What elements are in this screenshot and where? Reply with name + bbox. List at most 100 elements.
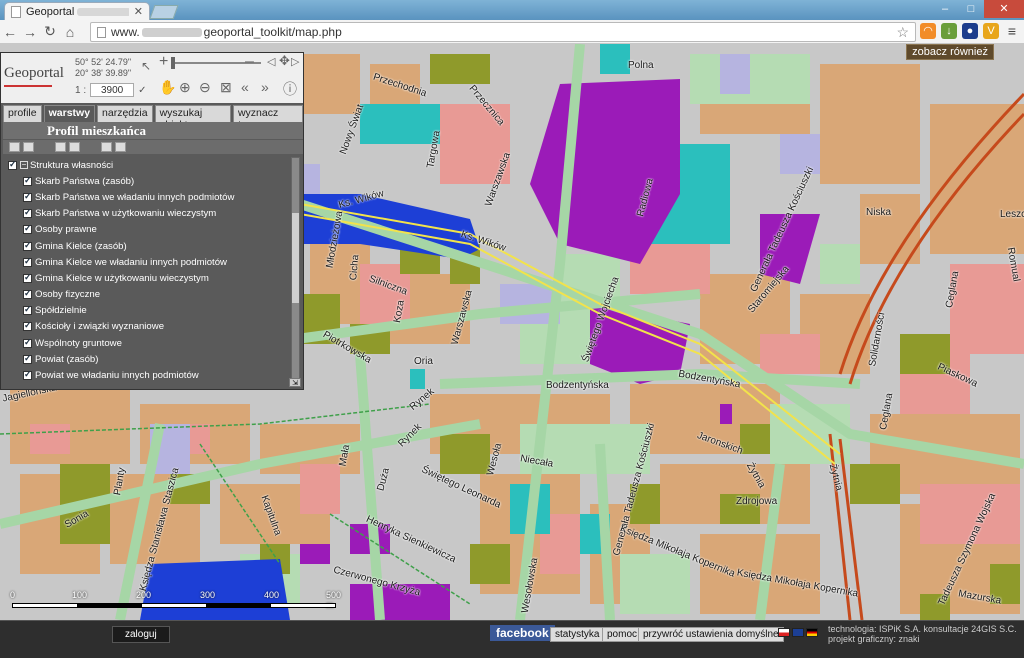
panel-header: Geoportal 50° 52' 24.79" 20° 38' 39.89" … (1, 53, 303, 103)
scale-label: 0 (10, 590, 16, 600)
url-prefix: www. (111, 25, 140, 39)
forward-icon[interactable]: → (20, 24, 40, 40)
layer-checkbox[interactable] (23, 320, 32, 332)
footer-bar: zaloguj facebook statystyka pomoc przywr… (0, 620, 1024, 658)
download-icon[interactable]: ↓ (941, 23, 957, 39)
layer-checkbox[interactable] (23, 272, 32, 283)
layer-row[interactable]: Gmina Kielce (zasób) (3, 238, 291, 254)
layer-tool-icon[interactable] (55, 142, 66, 152)
layer-row[interactable]: Gmina Kielce we władaniu innych podmiotó… (3, 254, 291, 270)
layer-checkbox[interactable] (8, 159, 17, 170)
layer-row[interactable]: Osoby prawne (3, 222, 291, 238)
tab-close-icon[interactable]: ✕ (134, 5, 143, 18)
pan-cross-icon[interactable]: ✥ (279, 53, 290, 69)
extension-icon-orange[interactable]: ◠ (920, 23, 936, 39)
layer-row[interactable]: Powiat we władaniu innych podmiotów (3, 367, 291, 383)
layer-group-row[interactable]: − Struktura własności (3, 157, 291, 173)
facebook-button[interactable]: facebook (490, 625, 555, 641)
street-label: Leszc (1000, 209, 1024, 220)
layer-checkbox[interactable] (23, 223, 32, 235)
layer-tool-icon[interactable] (101, 142, 112, 152)
layer-tool-icon[interactable] (115, 142, 126, 152)
maximize-button[interactable]: □ (958, 0, 984, 18)
street-label: Oria (414, 356, 433, 367)
layer-row[interactable]: Gmina Kielce w użytkowaniu wieczystym (3, 270, 291, 286)
previous-view-icon[interactable]: « (241, 79, 249, 95)
layer-list-scrollbar[interactable] (291, 157, 300, 379)
flag-english-icon[interactable] (792, 628, 804, 637)
layer-row[interactable]: Osoby fizyczne (3, 287, 291, 303)
full-extent-icon[interactable]: ⊠ (220, 79, 232, 96)
layer-checkbox[interactable] (23, 175, 32, 186)
layer-row[interactable]: Skarb Państwa we władaniu innych podmiot… (3, 189, 291, 205)
zoom-out-icon[interactable]: – (245, 53, 254, 71)
layer-label: Powiat (zasób) (35, 353, 99, 365)
layer-row[interactable]: Skarb Państwa w użytkowaniu wieczystym (3, 206, 291, 222)
flag-polish-icon[interactable] (778, 628, 790, 637)
help-link[interactable]: pomoc (602, 627, 643, 642)
back-icon[interactable]: ← (0, 24, 20, 40)
layer-checkbox[interactable] (23, 256, 32, 267)
scrollbar-thumb[interactable] (292, 213, 299, 303)
street-label: Cicha (348, 254, 362, 281)
layer-checkbox[interactable] (23, 207, 32, 219)
layer-checkbox[interactable] (23, 353, 32, 364)
home-icon[interactable]: ⌂ (60, 24, 80, 40)
extension-icon-v[interactable]: V (983, 23, 999, 39)
bookmark-star-icon[interactable]: ☆ (896, 24, 909, 41)
layer-row[interactable]: Wspólnoty gruntowe (3, 335, 291, 351)
hand-pan-icon[interactable]: ✋ (159, 79, 176, 96)
credits-line: projekt graficzny: znaki (828, 634, 920, 644)
browser-tab-geoportal[interactable]: Geoportal ✕ (4, 2, 150, 20)
browser-toolbar: ← → ↻ ⌂ www. geoportal_toolkit/map.php ☆… (0, 20, 1024, 44)
reset-defaults-link[interactable]: przywróć ustawienia domyślne (638, 627, 784, 642)
layer-tool-icon[interactable] (9, 142, 20, 152)
url-path: geoportal_toolkit/map.php (203, 25, 342, 39)
scale-bar-segments (12, 603, 336, 608)
credits-line: technologia: ISPiK S.A. konsultacje 24GI… (828, 624, 1017, 634)
layer-row[interactable]: Kościoły i związki wyznaniowe (3, 319, 291, 335)
scale-input[interactable] (90, 83, 135, 97)
layer-checkbox[interactable] (23, 240, 32, 251)
zoom-in-icon[interactable]: + (159, 53, 168, 71)
reload-icon[interactable]: ↻ (40, 23, 60, 40)
street-label: Zdrojowa (736, 496, 778, 507)
layer-label: Osoby fizyczne (35, 289, 101, 301)
layer-row[interactable]: Skarb Państwa (zasób) (3, 173, 291, 189)
street-label: Bodzentyńska (546, 380, 609, 391)
pan-left-icon[interactable]: ◁ (267, 55, 275, 68)
layer-checkbox[interactable] (23, 304, 32, 316)
collapse-icon[interactable]: − (20, 161, 28, 170)
pointer-icon[interactable]: ↖ (141, 59, 151, 73)
scale-label: 200 (136, 590, 152, 600)
layer-row[interactable]: Spółdzielnie (3, 303, 291, 319)
layer-checkbox[interactable] (23, 369, 32, 381)
layer-checkbox[interactable] (23, 191, 32, 202)
menu-icon[interactable]: ≡ (1004, 23, 1020, 39)
zoom-slider-knob[interactable] (171, 57, 175, 69)
panel-resize-icon[interactable]: ⇲ (289, 378, 301, 387)
close-window-button[interactable]: ✕ (984, 0, 1024, 18)
new-tab-button[interactable] (149, 5, 179, 19)
zoom-box-out-icon[interactable]: ⊖ (199, 79, 211, 96)
info-icon[interactable]: ⓘ (283, 79, 297, 99)
login-button[interactable]: zaloguj (112, 626, 170, 643)
layer-row[interactable]: Powiat (zasób) (3, 351, 291, 367)
apply-scale-icon[interactable]: ✓ (138, 85, 146, 96)
next-view-icon[interactable]: » (261, 79, 269, 95)
statistics-link[interactable]: statystyka (550, 627, 605, 642)
zoom-box-in-icon[interactable]: ⊕ (179, 79, 191, 96)
scale-prefix: 1 : (75, 84, 87, 96)
layer-tool-icon[interactable] (23, 142, 34, 152)
extension-icon-blue[interactable]: ● (962, 23, 978, 39)
see-also-button[interactable]: zobacz również (906, 44, 994, 60)
layer-label: Spółdzielnie (35, 305, 87, 317)
layer-tool-icon[interactable] (69, 142, 80, 152)
layer-checkbox[interactable] (23, 288, 32, 300)
layer-label: Gmina Kielce w użytkowaniu wieczystym (35, 272, 209, 284)
layer-checkbox[interactable] (23, 337, 32, 348)
minimize-button[interactable]: – (932, 0, 958, 18)
pan-right-icon[interactable]: ▷ (291, 55, 299, 68)
flag-german-icon[interactable] (806, 628, 818, 637)
address-bar[interactable]: www. geoportal_toolkit/map.php ☆ (90, 22, 916, 42)
